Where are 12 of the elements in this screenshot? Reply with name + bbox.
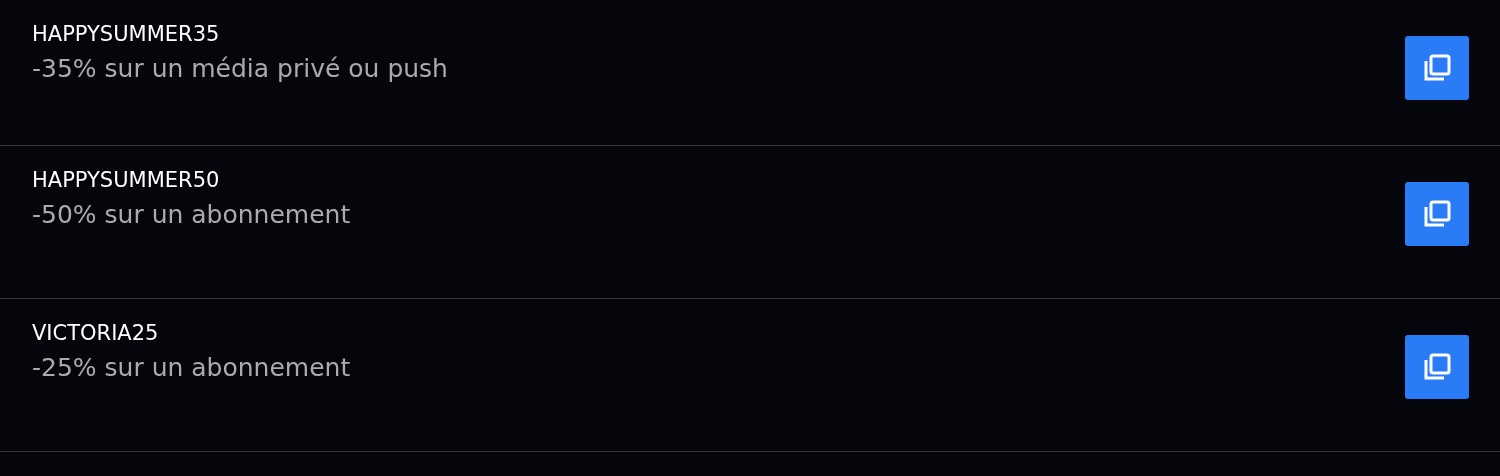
promo-description: -25% sur un abonnement: [32, 352, 351, 384]
copy-button[interactable]: [1405, 335, 1469, 399]
promo-description: -35% sur un média privé ou push: [32, 53, 448, 85]
copy-button[interactable]: [1405, 36, 1469, 100]
copy-icon: [1422, 53, 1452, 83]
copy-button[interactable]: [1405, 182, 1469, 246]
copy-icon: [1422, 199, 1452, 229]
promo-code: HAPPYSUMMER50: [32, 167, 221, 194]
copy-icon: [1422, 352, 1452, 382]
promo-code: HAPPYSUMMER35: [32, 21, 221, 48]
promo-description: -50% sur un abonnement: [32, 199, 351, 231]
promo-code: VICTORIA25: [32, 320, 160, 347]
